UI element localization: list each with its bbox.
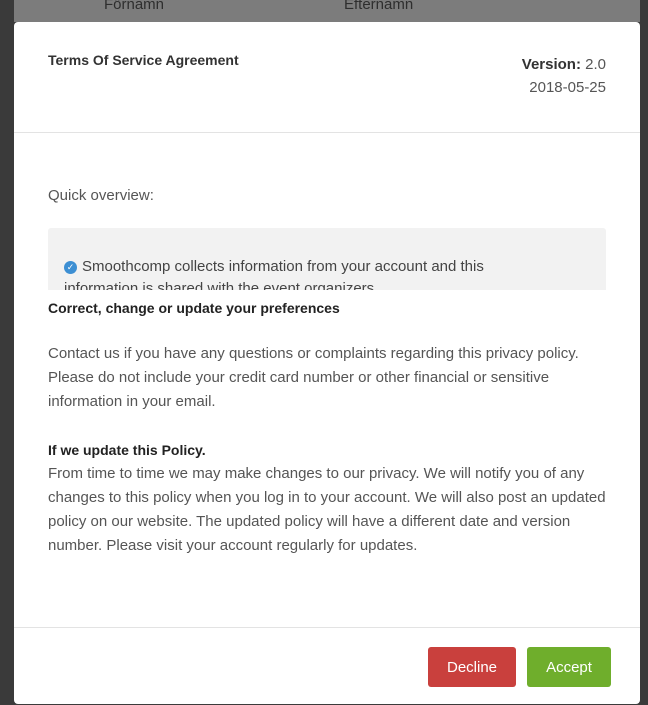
version-info: Version: 2.0 2018-05-25 — [522, 53, 606, 99]
overview-item-continued: information is shared with the event org… — [64, 280, 375, 290]
contact-paragraph: Contact us if you have any questions or … — [48, 345, 579, 410]
version-label: Version: — [521, 56, 581, 73]
version-date: 2018-05-25 — [529, 79, 606, 96]
first-name-field-label: Förnamn — [104, 0, 165, 13]
update-heading: If we update this Policy. — [48, 442, 206, 458]
last-name-field-label: Efternamn — [344, 0, 414, 13]
accept-button[interactable]: Accept — [527, 647, 611, 687]
section-heading: Correct, change or update your preferenc… — [48, 300, 340, 316]
modal-footer: Decline Accept — [14, 627, 640, 705]
overview-item: ✓ Smoothcomp collects information from yo… — [64, 258, 484, 275]
backdrop-right — [640, 0, 648, 704]
check-circle-icon: ✓ — [64, 261, 77, 274]
overview-label: Quick overview: — [48, 187, 154, 204]
tos-modal-title: Terms Of Service Agreement — [48, 52, 239, 68]
background-form-fields: Förnamn Efternamn — [14, 0, 640, 22]
update-paragraph: From time to time we may make changes to… — [48, 465, 606, 554]
version-value: 2.0 — [585, 56, 606, 73]
overview-info-box: ✓ Smoothcomp collects information from yo… — [48, 228, 606, 290]
backdrop-left — [0, 0, 14, 704]
overview-item-text: Smoothcomp collects information from you… — [82, 258, 484, 275]
tos-modal: Terms Of Service Agreement Version: 2.0 … — [14, 22, 640, 290]
tos-modal-header: Terms Of Service Agreement Version: 2.0 … — [14, 22, 640, 133]
privacy-modal: Correct, change or update your preferenc… — [14, 290, 640, 704]
decline-button[interactable]: Decline — [428, 647, 516, 687]
